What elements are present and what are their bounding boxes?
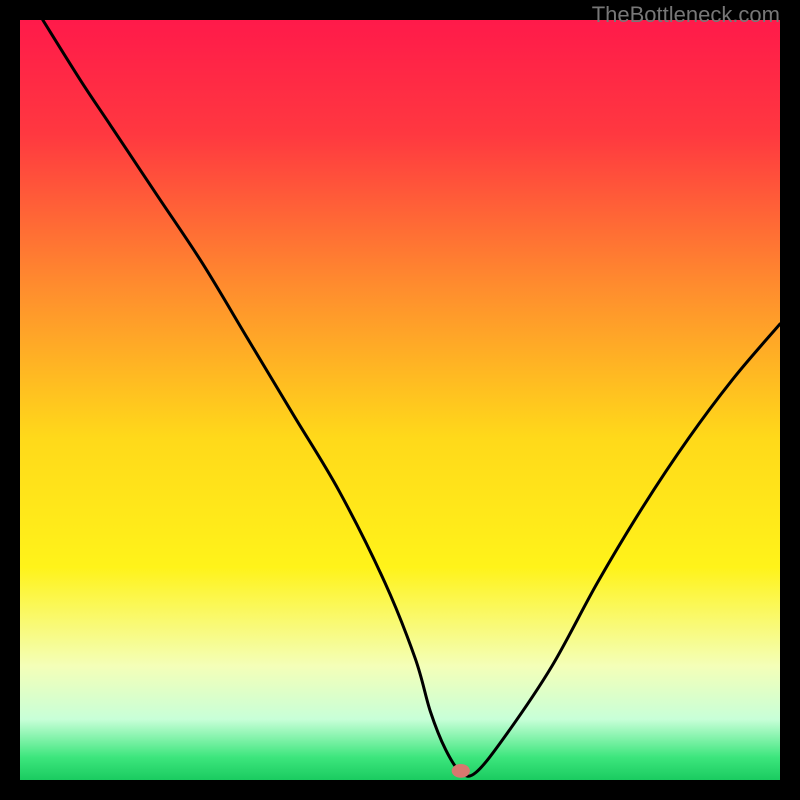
chart-plot-area — [20, 20, 780, 780]
optimal-marker — [452, 764, 470, 778]
chart-svg — [20, 20, 780, 780]
watermark-text: TheBottleneck.com — [592, 2, 780, 28]
chart-background — [20, 20, 780, 780]
